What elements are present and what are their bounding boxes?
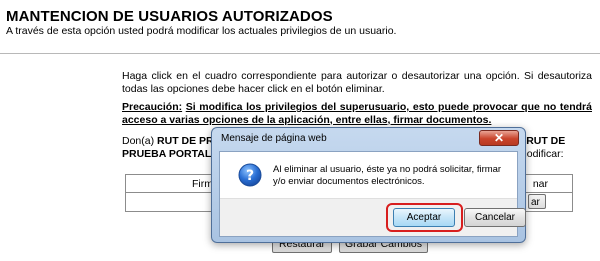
- dialog-close-button[interactable]: ✕: [479, 130, 519, 146]
- title-divider: [0, 53, 600, 54]
- confirm-dialog: Mensaje de página web ✕ ? Al eliminar al…: [211, 127, 526, 243]
- cancel-button[interactable]: Cancelar: [464, 208, 526, 227]
- warning-text: Precaución: Si modifica los privilegios …: [122, 101, 592, 126]
- dialog-body: ? Al eliminar al usuario, éste ya no pod…: [219, 151, 526, 237]
- user-name: RUT DE PR: [157, 135, 214, 147]
- delete-button[interactable]: ar: [528, 194, 546, 209]
- warning-body: Si modifica los privilegios del superusu…: [122, 101, 592, 126]
- warning-label: Precaución:: [122, 101, 183, 113]
- info-icon: ?: [238, 163, 262, 187]
- dialog-title: Mensaje de página web: [221, 133, 327, 144]
- accept-button[interactable]: Aceptar: [393, 208, 455, 227]
- svg-text:?: ?: [246, 168, 254, 184]
- user-prefix: Don(a): [122, 135, 155, 147]
- instructions-text: Haga click en el cuadro correspondiente …: [122, 70, 592, 95]
- page-title: MANTENCION DE USUARIOS AUTORIZADOS: [6, 8, 333, 25]
- user-company: PRUEBA PORTAL M: [122, 147, 223, 160]
- column-header-sign: Firm: [192, 178, 213, 190]
- dialog-footer: Aceptar Cancelar: [220, 198, 526, 236]
- column-header-delete: nar: [532, 178, 548, 190]
- user-right-bold: RUT DE: [526, 135, 566, 147]
- page-subtitle: A través de esta opción usted podrá modi…: [6, 25, 397, 37]
- dialog-message: Al eliminar al usuario, éste ya no podrá…: [273, 164, 502, 187]
